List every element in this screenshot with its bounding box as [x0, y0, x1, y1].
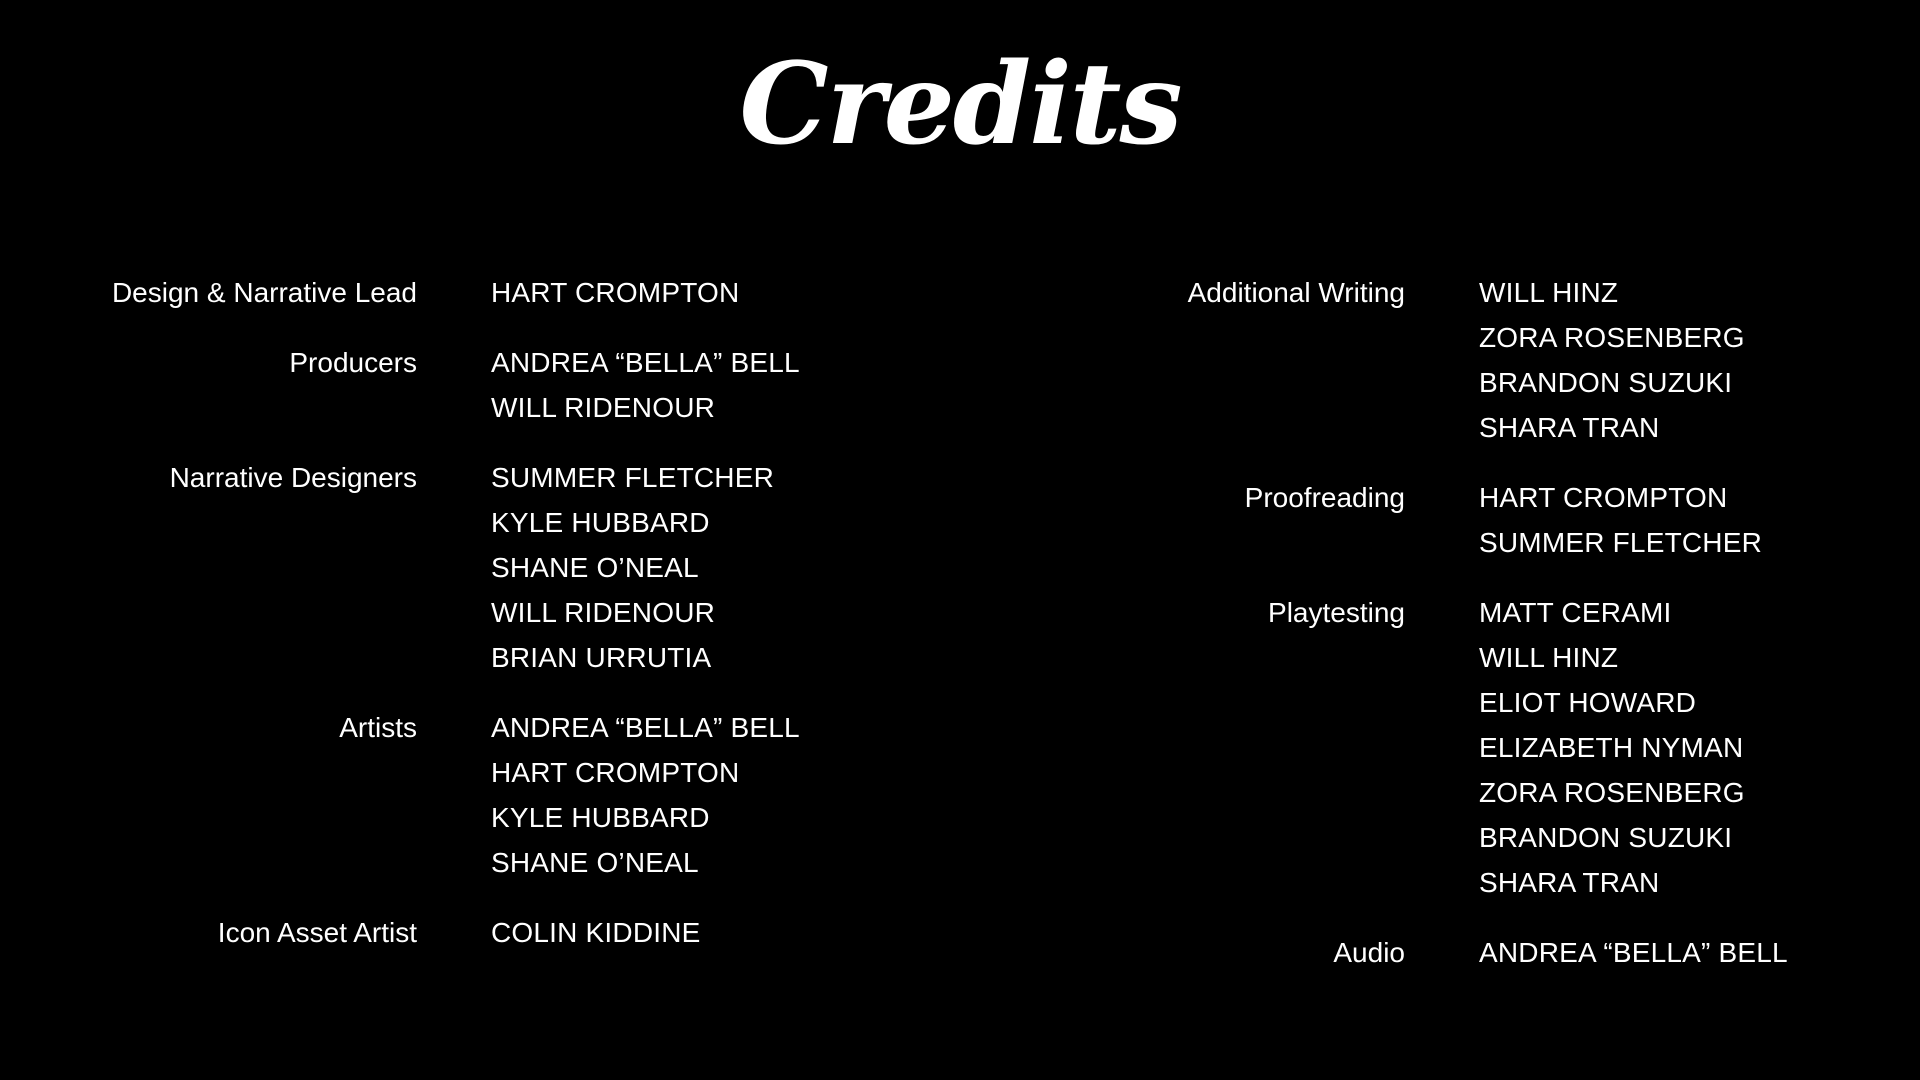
- credit-group: Additional Writing WILL HINZ ZORA ROSENBER…: [960, 270, 1920, 450]
- credits-screen: Credits Design & Narrative Lead HART CROM…: [0, 0, 1920, 1080]
- credit-role: Audio: [1333, 937, 1405, 968]
- credit-name: WILL HINZ: [1479, 642, 1619, 673]
- credit-names: HART CROMPTON SUMMER FLETCHER: [1479, 475, 1762, 565]
- credit-role: Narrative Designers: [169, 462, 417, 493]
- credit-group: Artists ANDREA “BELLA” BELL HART CROMPTON K…: [0, 705, 960, 885]
- credits-column-right: Additional Writing WILL HINZ ZORA ROSENBER…: [960, 270, 1920, 1000]
- credit-name: HART CROMPTON: [491, 277, 740, 308]
- credit-name: HART CROMPTON: [491, 757, 740, 788]
- credit-role: Design & Narrative Lead: [111, 277, 417, 308]
- credit-name: ELIZABETH NYMAN: [1479, 732, 1744, 763]
- credit-names: ANDREA “BELLA” BELL WILL RIDENOUR: [491, 340, 800, 430]
- credit-name: ANDREA “BELLA” BELL: [491, 347, 800, 378]
- credit-names: WILL HINZ ZORA ROSENBERG BRANDON SUZUKI SHA…: [1479, 270, 1745, 450]
- credit-name: BRANDON SUZUKI: [1479, 367, 1733, 398]
- credit-name: ANDREA “BELLA” BELL: [1479, 937, 1788, 968]
- credit-name: ANDREA “BELLA” BELL: [491, 712, 800, 743]
- credit-group: Producers ANDREA “BELLA” BELL WILL RIDENOU…: [0, 340, 960, 430]
- credit-role: Proofreading: [1244, 482, 1405, 513]
- credit-name: KYLE HUBBARD: [491, 507, 710, 538]
- credit-name: SHARA TRAN: [1479, 412, 1660, 443]
- credit-name: SHARA TRAN: [1479, 867, 1660, 898]
- credit-name: SUMMER FLETCHER: [491, 462, 775, 493]
- credit-role: Artists: [339, 712, 417, 743]
- credit-name: ZORA ROSENBERG: [1479, 777, 1745, 808]
- credit-group: Playtesting MATT CERAMI WILL HINZ ELIOT HOW…: [960, 590, 1920, 905]
- credit-group: Icon Asset Artist COLIN KIDDINE: [0, 910, 960, 955]
- credit-group: Narrative Designers SUMMER FLETCHER KYLE H…: [0, 455, 960, 680]
- credit-name: HART CROMPTON: [1479, 482, 1728, 513]
- credit-name: SHANE O’NEAL: [491, 847, 699, 878]
- credit-names: HART CROMPTON: [491, 270, 739, 315]
- credit-role: Producers: [289, 347, 417, 378]
- credit-names: MATT CERAMI WILL HINZ ELIOT HOWARD ELIZABET…: [1479, 590, 1745, 905]
- credit-name: WILL RIDENOUR: [491, 392, 716, 423]
- credit-name: WILL RIDENOUR: [491, 597, 716, 628]
- credit-name: SUMMER FLETCHER: [1479, 527, 1763, 558]
- credit-name: MATT CERAMI: [1479, 597, 1672, 628]
- credit-name: KYLE HUBBARD: [491, 802, 710, 833]
- credit-names: COLIN KIDDINE: [491, 910, 701, 955]
- credit-name: WILL HINZ: [1479, 277, 1619, 308]
- credit-role: Icon Asset Artist: [217, 917, 417, 948]
- credit-group: Proofreading HART CROMPTON SUMMER FLETCHER: [960, 475, 1920, 565]
- page-title: Credits: [739, 39, 1182, 170]
- credit-names: ANDREA “BELLA” BELL: [1479, 930, 1788, 975]
- credit-names: ANDREA “BELLA” BELL HART CROMPTON KYLE HUB…: [491, 705, 800, 885]
- credit-names: SUMMER FLETCHER KYLE HUBBARD SHANE O’NEAL W…: [491, 455, 774, 680]
- credit-group: Audio ANDREA “BELLA” BELL: [960, 930, 1920, 975]
- credit-role: Additional Writing: [1187, 277, 1405, 308]
- credit-name: BRIAN URRUTIA: [491, 642, 712, 673]
- credit-group: Design & Narrative Lead HART CROMPTON: [0, 270, 960, 315]
- credit-name: ZORA ROSENBERG: [1479, 322, 1745, 353]
- credit-name: ELIOT HOWARD: [1479, 687, 1697, 718]
- credit-name: BRANDON SUZUKI: [1479, 822, 1733, 853]
- credit-name: SHANE O’NEAL: [491, 552, 699, 583]
- credit-role: Playtesting: [1268, 597, 1405, 628]
- credit-name: COLIN KIDDINE: [491, 917, 701, 948]
- credits-column-left: Design & Narrative Lead HART CROMPTON Prod…: [0, 270, 960, 980]
